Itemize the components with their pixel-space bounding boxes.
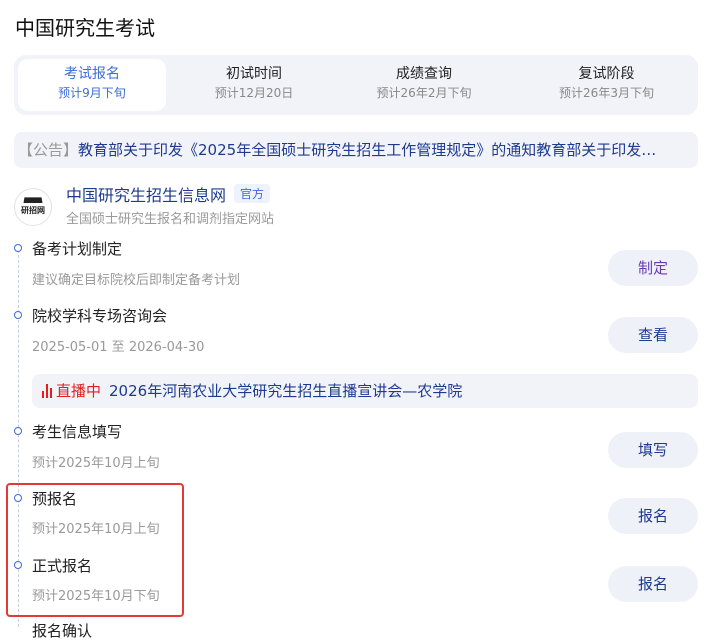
highlight-box — [6, 483, 184, 617]
step-sub-plan: 建议确定目标院校后即制定备考计划 — [32, 273, 241, 288]
logo-text: 研招网 — [21, 206, 45, 215]
announcement-text[interactable]: 教育部关于印发《2025年全国硕士研究生招生工作管理规定》的通知教育部关于印发 — [78, 141, 641, 159]
live-label: 直播中 — [56, 382, 102, 400]
tab-date: 预计26年2月下旬 — [376, 86, 472, 100]
step-sub-consult: 2025-05-01 至 2026-04-30 — [32, 340, 205, 355]
live-banner[interactable]: 直播中 2026年河南农业大学研究生招生直播宣讲会—农学院 — [32, 374, 698, 408]
site-name-link[interactable]: 中国研究生招生信息网 — [66, 182, 226, 206]
official-site-card[interactable]: 研招网 中国研究生招生信息网 官方 全国硕士研究生报名和调剂指定网站 — [14, 182, 614, 230]
tab-label: 考试报名 — [64, 66, 120, 82]
tab-label: 成绩查询 — [396, 66, 452, 82]
step-name-consult: 院校学科专场咨询会 — [32, 307, 168, 325]
tab-date: 预计9月下旬 — [58, 86, 126, 100]
tab-date: 预计26年3月下旬 — [559, 86, 654, 100]
tab-retest[interactable]: 复试阶段 预计26年3月下旬 — [524, 59, 689, 111]
view-button[interactable]: 查看 — [608, 317, 698, 353]
tab-exam-registration[interactable]: 考试报名 预计9月下旬 — [18, 59, 166, 111]
tab-initial-exam[interactable]: 初试时间 预计12月20日 — [174, 59, 334, 111]
announcement-ellipsis: … — [641, 141, 657, 159]
tab-date: 预计12月20日 — [214, 86, 294, 100]
pre-register-button[interactable]: 报名 — [608, 498, 698, 534]
stage-tabs: 考试报名 预计9月下旬 初试时间 预计12月20日 成绩查询 预计26年2月下旬… — [14, 55, 698, 115]
timeline-dot — [14, 244, 22, 252]
tab-score-query[interactable]: 成绩查询 预计26年2月下旬 — [344, 59, 504, 111]
tab-label: 复试阶段 — [578, 66, 635, 82]
timeline-dot — [14, 311, 22, 319]
make-plan-button[interactable]: 制定 — [608, 250, 698, 286]
timeline-dot — [14, 427, 22, 435]
tab-label: 初试时间 — [226, 66, 282, 82]
step-name-info: 考生信息填写 — [32, 423, 123, 441]
step-name-plan: 备考计划制定 — [32, 240, 123, 258]
register-button[interactable]: 报名 — [608, 566, 698, 602]
step-name-confirm: 报名确认 — [32, 622, 93, 640]
announcement-bar[interactable]: 【公告】教育部关于印发《2025年全国硕士研究生招生工作管理规定》的通知教育部关… — [14, 132, 698, 168]
announcement-tag: 【公告】 — [18, 141, 79, 159]
graduation-cap-icon — [23, 197, 43, 203]
site-description: 全国硕士研究生报名和调剂指定网站 — [66, 212, 275, 227]
page-title: 中国研究生考试 — [15, 16, 155, 40]
fill-info-button[interactable]: 填写 — [608, 432, 698, 468]
official-badge: 官方 — [234, 184, 271, 203]
live-bars-icon — [42, 384, 54, 398]
yanzhao-logo-icon: 研招网 — [14, 188, 52, 226]
step-sub-info: 预计2025年10月上旬 — [32, 456, 160, 471]
live-title[interactable]: 2026年河南农业大学研究生招生直播宣讲会—农学院 — [109, 382, 462, 400]
